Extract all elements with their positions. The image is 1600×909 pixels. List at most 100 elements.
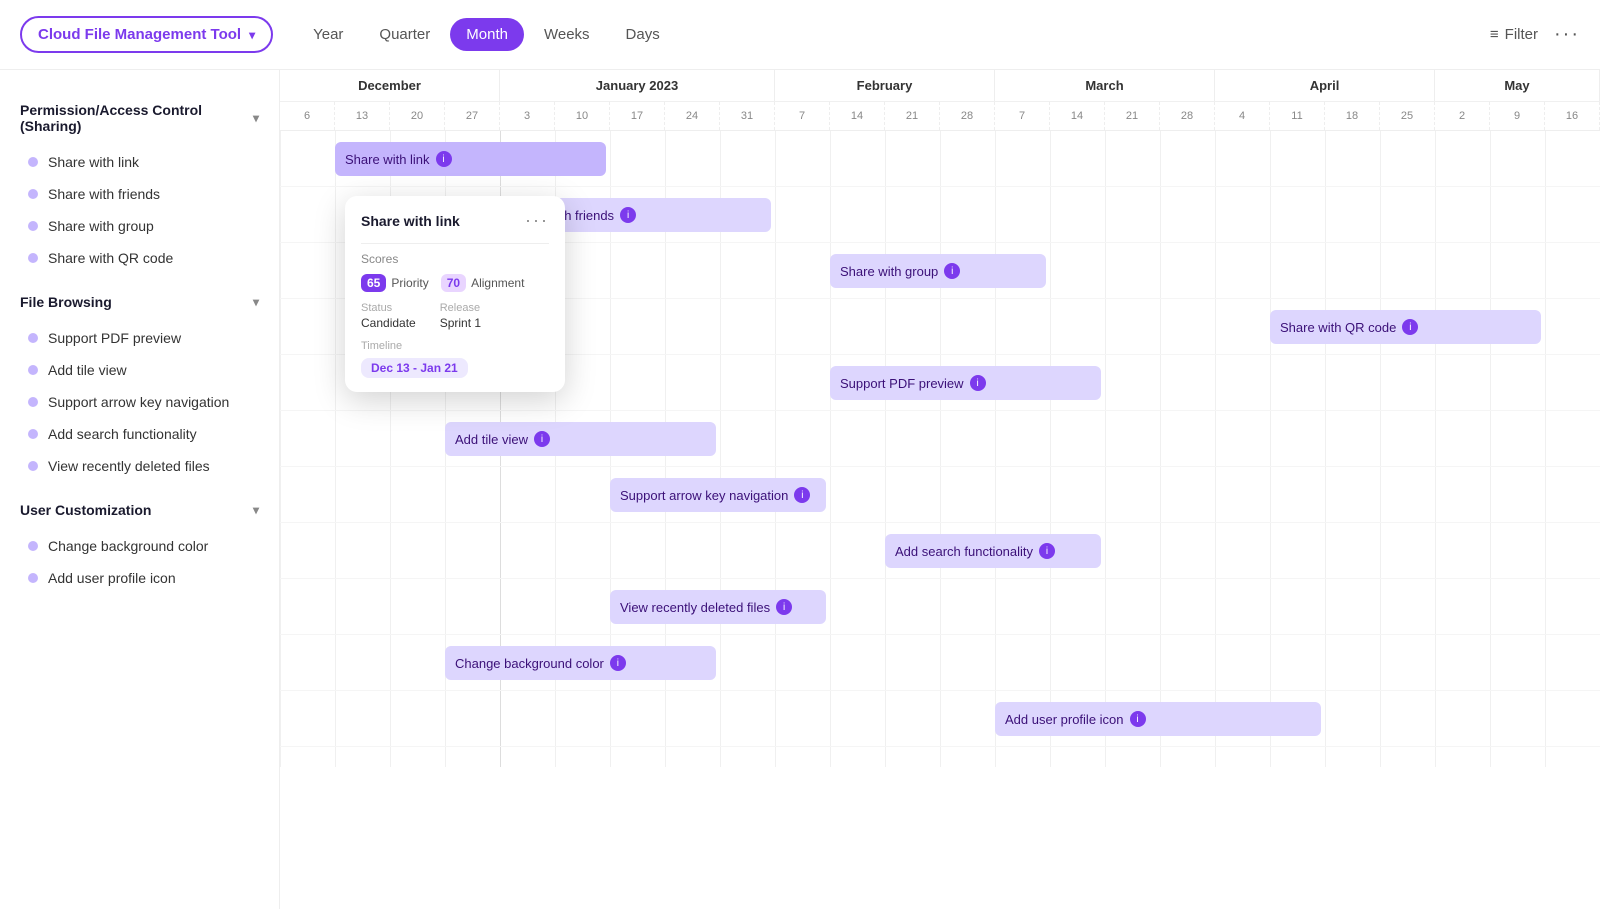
- sidebar-section-user-customization-header[interactable]: User Customization ▾: [0, 490, 279, 530]
- week-cell: 3: [500, 102, 555, 130]
- app-title: Cloud File Management Tool: [38, 26, 241, 43]
- dot-icon: [28, 461, 38, 471]
- gantt-bar[interactable]: Share with linki: [335, 142, 606, 176]
- status-value: Candidate: [361, 316, 416, 330]
- tab-year[interactable]: Year: [297, 18, 359, 51]
- sidebar-item-label: Support PDF preview: [48, 330, 181, 346]
- info-icon[interactable]: i: [970, 375, 986, 391]
- week-cell: 2: [1435, 102, 1490, 130]
- info-icon[interactable]: i: [1402, 319, 1418, 335]
- sidebar-section-file-browsing-label: File Browsing: [20, 294, 112, 310]
- app-dropdown[interactable]: Cloud File Management Tool ▾: [20, 16, 273, 53]
- timeline-key: Timeline: [361, 340, 549, 352]
- header: Cloud File Management Tool ▾ Year Quarte…: [0, 0, 1600, 70]
- gantt-bar[interactable]: Add user profile icon i: [995, 702, 1321, 736]
- tab-days[interactable]: Days: [610, 18, 676, 51]
- month-label: April: [1215, 70, 1435, 101]
- week-cell: 4: [1215, 102, 1270, 130]
- gantt-bar[interactable]: Support PDF previewi: [830, 366, 1101, 400]
- gantt-bar[interactable]: Share with QR codei: [1270, 310, 1541, 344]
- gantt-bar[interactable]: Add tile view i: [445, 422, 716, 456]
- tab-quarter[interactable]: Quarter: [363, 18, 446, 51]
- sidebar-item-label: Share with QR code: [48, 250, 173, 266]
- sidebar-item-share-friends[interactable]: Share with friends: [0, 178, 279, 210]
- popup-more-icon[interactable]: ···: [525, 210, 549, 231]
- sidebar-item-tile-view[interactable]: Add tile view: [0, 354, 279, 386]
- gantt-row: [280, 579, 1600, 635]
- sidebar-item-label: Add tile view: [48, 362, 127, 378]
- dot-icon: [28, 573, 38, 583]
- scores-label: Scores: [361, 252, 549, 266]
- sidebar-section-user-customization: User Customization ▾ Change background c…: [0, 490, 279, 594]
- week-cell: 20: [390, 102, 445, 130]
- info-icon[interactable]: i: [776, 599, 792, 615]
- tab-month[interactable]: Month: [450, 18, 524, 51]
- info-icon[interactable]: i: [1130, 711, 1146, 727]
- sidebar-item-pdf-preview[interactable]: Support PDF preview: [0, 322, 279, 354]
- sidebar-item-share-qr[interactable]: Share with QR code: [0, 242, 279, 274]
- timeline-header: DecemberJanuary 2023FebruaryMarchAprilMa…: [280, 70, 1600, 131]
- sidebar-item-search[interactable]: Add search functionality: [0, 418, 279, 450]
- popup-header: Share with link ···: [361, 210, 549, 231]
- sidebar: Permission/Access Control (Sharing) ▾ Sh…: [0, 70, 280, 909]
- sidebar-item-share-group[interactable]: Share with group: [0, 210, 279, 242]
- release-value: Sprint 1: [440, 316, 481, 330]
- chevron-down-icon: ▾: [249, 28, 255, 42]
- filter-label: Filter: [1505, 26, 1538, 43]
- bar-label: Change background color: [455, 656, 604, 671]
- week-cell: 27: [445, 102, 500, 130]
- gantt-row: [280, 467, 1600, 523]
- bar-label: Support arrow key navigation: [620, 488, 788, 503]
- sidebar-item-arrow-nav[interactable]: Support arrow key navigation: [0, 386, 279, 418]
- week-cell: 7: [775, 102, 830, 130]
- dot-icon: [28, 429, 38, 439]
- gantt-bar[interactable]: Share with groupi: [830, 254, 1046, 288]
- bar-label: Add user profile icon: [1005, 712, 1124, 727]
- info-icon[interactable]: i: [1039, 543, 1055, 559]
- info-icon[interactable]: i: [944, 263, 960, 279]
- sidebar-section-file-browsing-header[interactable]: File Browsing ▾: [0, 282, 279, 322]
- week-cell: 18: [1325, 102, 1380, 130]
- sidebar-item-change-bg[interactable]: Change background color: [0, 530, 279, 562]
- sidebar-item-label: Share with group: [48, 218, 154, 234]
- sidebar-item-share-link[interactable]: Share with link: [0, 146, 279, 178]
- info-icon[interactable]: i: [436, 151, 452, 167]
- week-cell: 31: [720, 102, 775, 130]
- chevron-down-icon: ▾: [253, 295, 259, 309]
- alignment-score: 70 Alignment: [441, 274, 525, 292]
- tab-weeks[interactable]: Weeks: [528, 18, 606, 51]
- week-row: 6132027310172431714212871421284111825291…: [280, 102, 1600, 130]
- alignment-label: Alignment: [471, 276, 524, 290]
- dot-icon: [28, 253, 38, 263]
- bar-label: Add search functionality: [895, 544, 1033, 559]
- more-options-button[interactable]: ···: [1554, 23, 1580, 46]
- gantt-bar[interactable]: View recently deleted filesi: [610, 590, 826, 624]
- popup-title: Share with link: [361, 213, 460, 229]
- info-icon[interactable]: i: [534, 431, 550, 447]
- bar-label: Add tile view: [455, 432, 528, 447]
- gantt-bar[interactable]: Support arrow key navigation i: [610, 478, 826, 512]
- sidebar-item-label: Share with link: [48, 154, 139, 170]
- info-icon[interactable]: i: [610, 655, 626, 671]
- week-cell: 16: [1545, 102, 1600, 130]
- header-right: ≡ Filter ···: [1490, 23, 1580, 46]
- sidebar-item-recently-deleted[interactable]: View recently deleted files: [0, 450, 279, 482]
- week-cell: 17: [610, 102, 665, 130]
- gantt-bar[interactable]: Add search functionality i: [885, 534, 1101, 568]
- info-icon[interactable]: i: [620, 207, 636, 223]
- month-label: March: [995, 70, 1215, 101]
- info-icon[interactable]: i: [794, 487, 810, 503]
- dot-icon: [28, 221, 38, 231]
- share-with-link-popup: Share with link ··· Scores 65 Priority 7…: [345, 196, 565, 392]
- main-layout: Permission/Access Control (Sharing) ▾ Sh…: [0, 70, 1600, 909]
- sidebar-section-file-browsing: File Browsing ▾ Support PDF preview Add …: [0, 282, 279, 482]
- sidebar-section-permission-header[interactable]: Permission/Access Control (Sharing) ▾: [0, 90, 279, 146]
- filter-button[interactable]: ≡ Filter: [1490, 26, 1538, 43]
- week-cell: 7: [995, 102, 1050, 130]
- gantt-bar[interactable]: Change background color i: [445, 646, 716, 680]
- sidebar-item-label: Change background color: [48, 538, 208, 554]
- sidebar-section-permission-label: Permission/Access Control (Sharing): [20, 102, 253, 134]
- sidebar-item-user-profile-icon[interactable]: Add user profile icon: [0, 562, 279, 594]
- timeline-value: Dec 13 - Jan 21: [361, 358, 468, 378]
- week-cell: 9: [1490, 102, 1545, 130]
